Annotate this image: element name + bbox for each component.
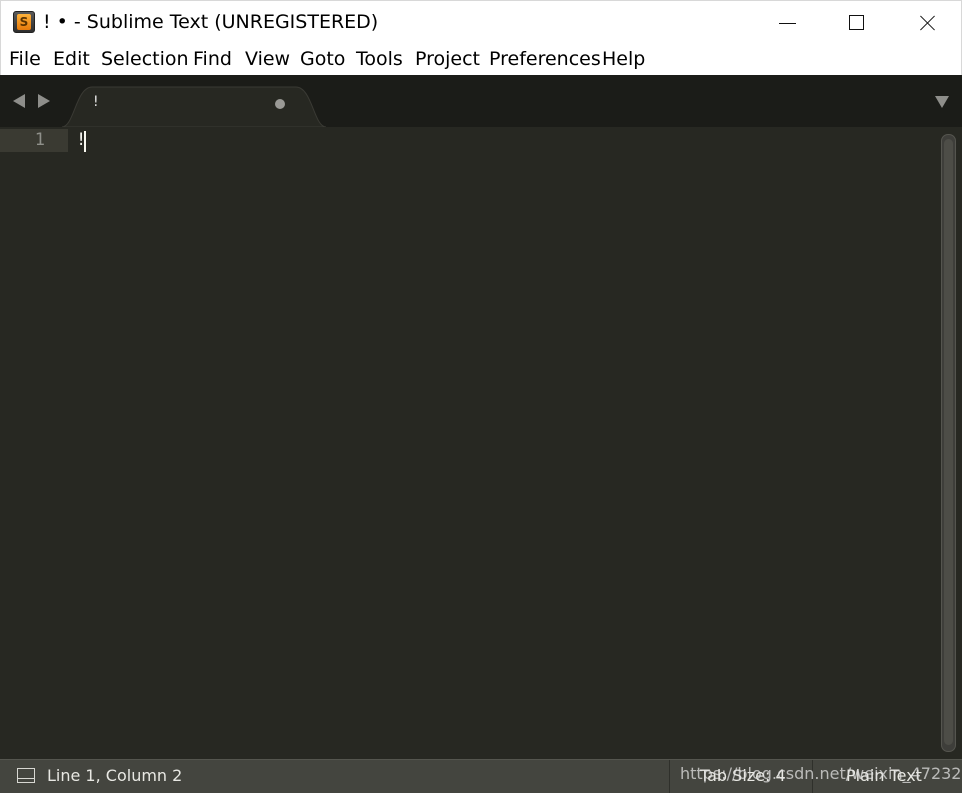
text-caret — [84, 131, 86, 152]
menu-preferences[interactable]: Preferences — [489, 48, 601, 70]
close-button[interactable] — [893, 1, 962, 45]
status-divider — [669, 760, 670, 793]
cursor-position: Line 1, Column 2 — [47, 766, 183, 785]
panel-toggle-icon[interactable] — [17, 768, 35, 783]
sublime-text-icon: S — [13, 11, 35, 33]
menu-goto[interactable]: Goto — [300, 48, 345, 70]
menu-find[interactable]: Find — [193, 48, 232, 70]
tab-title: ! — [93, 94, 99, 110]
menu-selection[interactable]: Selection — [101, 48, 189, 70]
menu-project[interactable]: Project — [415, 48, 480, 70]
menu-file[interactable]: File — [9, 48, 41, 70]
menu-view[interactable]: View — [245, 48, 290, 70]
tab-list-chevron-down-icon[interactable] — [935, 96, 949, 108]
menu-help[interactable]: Help — [602, 48, 645, 70]
menu-edit[interactable]: Edit — [53, 48, 90, 70]
tab-active[interactable]: ! — [62, 85, 326, 127]
next-tab-icon[interactable] — [38, 94, 50, 108]
minimize-button[interactable] — [753, 1, 823, 45]
tab-shape — [62, 86, 326, 127]
vertical-scrollbar[interactable] — [941, 134, 956, 752]
line-number: 1 — [34, 130, 45, 150]
window-title: ! • - Sublime Text (UNREGISTERED) — [43, 11, 379, 33]
maximize-button[interactable] — [823, 1, 893, 45]
menu-bar: File Edit Selection Find View Goto Tools… — [0, 44, 962, 75]
minimize-icon — [779, 23, 796, 24]
title-bar: S ! • - Sublime Text (UNREGISTERED) — [0, 0, 962, 44]
maximize-icon — [849, 15, 864, 30]
watermark-text: https://blog.csdn.net/weixin_47232385 — [680, 764, 962, 783]
menu-tools[interactable]: Tools — [356, 48, 403, 70]
scrollbar-thumb[interactable] — [944, 139, 953, 745]
previous-tab-icon[interactable] — [13, 94, 25, 108]
unsaved-dot-icon[interactable] — [275, 99, 285, 109]
app-icon-letter: S — [17, 14, 31, 30]
editor-area[interactable] — [0, 127, 962, 759]
